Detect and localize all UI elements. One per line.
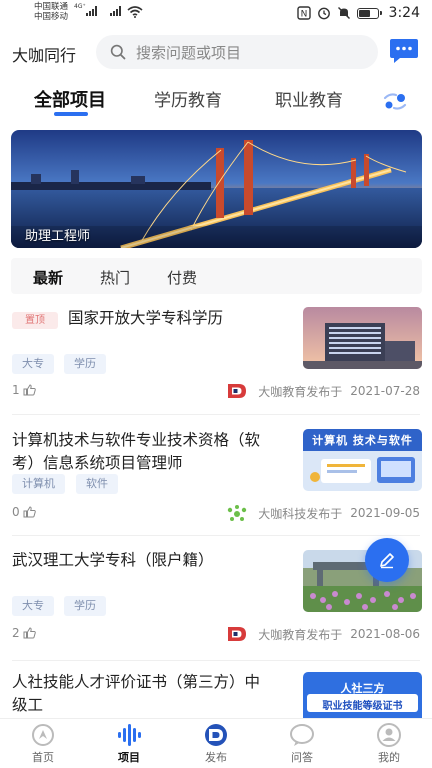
- item-thumbnail: [303, 307, 422, 369]
- nfc-icon: N: [296, 6, 311, 20]
- search-input[interactable]: 搜索问题或项目: [96, 35, 378, 69]
- tab-latest[interactable]: 最新: [33, 267, 63, 288]
- tag[interactable]: 学历: [64, 596, 106, 616]
- wifi-icon: [127, 6, 143, 18]
- carrier-2: 中国移动: [34, 12, 69, 22]
- svg-text:N: N: [300, 10, 307, 20]
- publisher-logo-icon: [228, 505, 247, 521]
- profile-icon: [377, 723, 401, 747]
- network-type: 4G⁺: [74, 3, 86, 10]
- thumbnail-subtext: 职业技能等级证书: [322, 701, 403, 712]
- divider: [12, 535, 420, 536]
- nav-qa[interactable]: 问答: [272, 723, 332, 765]
- publisher: 大咖科技发布于: [258, 506, 343, 521]
- nav-publish[interactable]: 发布: [186, 723, 246, 765]
- clock: 3:24: [388, 5, 420, 21]
- category-tabs: 全部项目 学历教育 职业教育: [0, 82, 432, 118]
- tag[interactable]: 大专: [12, 596, 54, 616]
- thumbs-up-icon: [23, 384, 36, 396]
- nav-label: 发布: [205, 751, 227, 764]
- signal-icon: [110, 6, 121, 16]
- tab-hot[interactable]: 热门: [100, 267, 130, 288]
- like-count[interactable]: 0: [12, 505, 36, 519]
- thumbnail-text: 人社三方: [340, 682, 385, 695]
- app-brand: 大咖同行: [12, 46, 77, 65]
- item-title-line-2: 级工: [12, 696, 44, 714]
- bottom-navigation: 首页 项目 发布 问答 我的: [0, 718, 432, 768]
- chat-bubble-icon[interactable]: [388, 38, 420, 66]
- thumbs-up-icon: [23, 506, 36, 518]
- banner-caption: 助理工程师: [25, 229, 91, 244]
- tag[interactable]: 软件: [76, 474, 118, 494]
- promo-banner[interactable]: 助理工程师: [11, 130, 422, 248]
- publish-meta: 大咖教育发布于 2021-07-28: [226, 382, 420, 400]
- publish-date: 2021-09-05: [350, 506, 420, 520]
- qa-icon: [290, 724, 314, 746]
- edit-pencil-icon: [380, 553, 394, 569]
- publish-date: 2021-08-06: [350, 627, 420, 641]
- nav-profile[interactable]: 我的: [359, 723, 419, 765]
- item-title: 武汉理工大学专科（限户籍）: [12, 551, 214, 569]
- item-title-line-1: 人社技能人才评价证书（第三方）中: [12, 673, 261, 691]
- tag[interactable]: 大专: [12, 354, 54, 374]
- publisher-logo-icon: [228, 627, 247, 641]
- search-placeholder: 搜索问题或项目: [136, 43, 242, 62]
- divider: [12, 414, 420, 415]
- publisher: 大咖教育发布于: [258, 627, 343, 642]
- nav-label: 首页: [32, 751, 54, 764]
- publish-date: 2021-07-28: [350, 384, 420, 398]
- tab-vocational-education[interactable]: 职业教育: [275, 86, 343, 111]
- compose-button[interactable]: [365, 538, 409, 582]
- nav-home[interactable]: 首页: [13, 723, 73, 765]
- project-icon: [118, 724, 141, 746]
- nav-projects[interactable]: 项目: [99, 723, 159, 765]
- tab-paid[interactable]: 付费: [167, 267, 197, 288]
- tab-degree-education[interactable]: 学历教育: [154, 86, 222, 111]
- more-categories-icon[interactable]: [380, 90, 410, 112]
- search-icon: [110, 44, 126, 60]
- feed-filter-tabs: 最新 热门 付费: [11, 258, 422, 294]
- nav-label: 问答: [291, 751, 313, 764]
- nav-label: 项目: [118, 751, 140, 764]
- pinned-badge: 置顶: [12, 312, 58, 329]
- status-bar: 中国联通 中国移动 4G⁺ N 3:24: [0, 0, 432, 28]
- thumbnail-text: 计算机 技术与软件: [312, 434, 413, 447]
- battery-icon: [356, 7, 382, 19]
- app-header: 大咖同行 搜索问题或项目: [0, 30, 432, 72]
- home-icon: [32, 724, 54, 746]
- mute-icon: [337, 7, 350, 19]
- tab-all-projects[interactable]: 全部项目: [34, 86, 106, 112]
- publish-meta: 大咖科技发布于 2021-09-05: [226, 504, 420, 522]
- item-thumbnail: 人社三方 职业技能等级证书: [303, 672, 422, 718]
- carrier-1: 中国联通: [34, 2, 69, 12]
- like-count-value: 2: [12, 626, 20, 640]
- alarm-icon: [317, 7, 330, 20]
- item-title-line-1: 计算机技术与软件专业技术资格（软: [12, 431, 261, 449]
- tag[interactable]: 学历: [64, 354, 106, 374]
- item-title-line-2: 考）信息系统项目管理师: [12, 454, 183, 472]
- publish-icon: [205, 724, 227, 746]
- publish-meta: 大咖教育发布于 2021-08-06: [226, 625, 420, 643]
- publisher-logo-icon: [228, 384, 247, 398]
- divider: [12, 660, 420, 661]
- like-count-value: 0: [12, 505, 20, 519]
- like-count-value: 1: [12, 383, 20, 397]
- tag[interactable]: 计算机: [12, 474, 65, 494]
- publisher: 大咖教育发布于: [258, 384, 343, 399]
- thumbs-up-icon: [23, 627, 36, 639]
- carrier-labels: 中国联通 中国移动: [34, 2, 68, 22]
- signal-icon: [86, 6, 97, 16]
- active-tab-indicator: [54, 112, 88, 116]
- like-count[interactable]: 1: [12, 383, 36, 397]
- like-count[interactable]: 2: [12, 626, 36, 640]
- nav-label: 我的: [378, 751, 400, 764]
- item-title: 国家开放大学专科学历: [68, 309, 224, 327]
- item-thumbnail: 计算机 技术与软件: [303, 429, 422, 491]
